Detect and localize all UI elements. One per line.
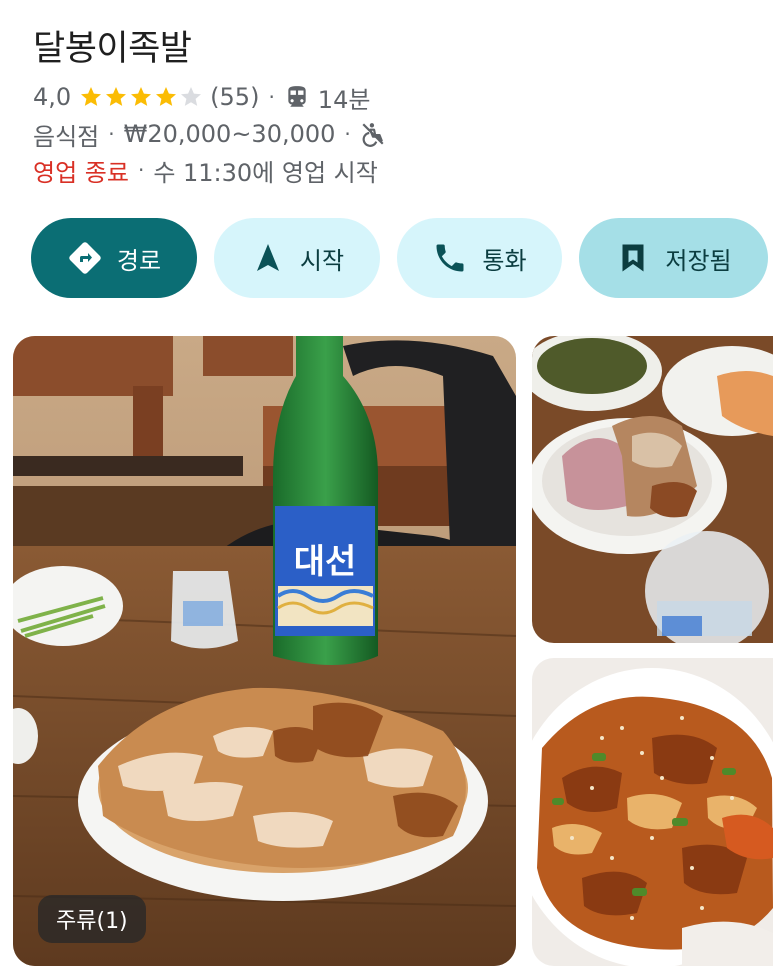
phone-icon (436, 244, 464, 272)
star-empty-icon (181, 87, 202, 106)
bookmark-icon (622, 244, 644, 272)
side-photo-top[interactable] (532, 336, 773, 643)
action-buttons: 경로 시작 통화 저장됨 (31, 218, 768, 298)
restaurant-photo-image: 대선 (13, 336, 516, 966)
separator-dot: · (108, 122, 115, 146)
category-row: 음식점 · ₩20,000~30,000 · (33, 117, 394, 151)
directions-button[interactable]: 경로 (31, 218, 197, 298)
review-count[interactable]: (55) (210, 83, 259, 111)
rating-stars (79, 85, 204, 109)
saved-button[interactable]: 저장됨 (579, 218, 768, 298)
food-photo-image (532, 336, 773, 643)
rating-value: 4,0 (33, 83, 72, 111)
price-range: ₩20,000~30,000 (123, 120, 336, 148)
start-label: 시작 (299, 246, 345, 275)
star-filled-icon (131, 87, 152, 106)
separator-dot: · (137, 158, 145, 182)
directions-label: 경로 (116, 246, 162, 275)
rating-row: 4,0 (55) · 14분 (33, 80, 370, 114)
place-title: 달봉이족발 (33, 29, 192, 69)
food-photo-image (532, 658, 773, 966)
call-label: 통화 (482, 246, 527, 275)
star-filled-icon (156, 87, 177, 106)
bottle-label: 대선 (294, 542, 357, 582)
transit-time: 14분 (317, 85, 371, 114)
separator-dot: · (344, 122, 351, 146)
train-icon (288, 86, 306, 107)
hours-row[interactable]: 영업 종료 · 수 11:30에 영업 시작 (33, 153, 378, 187)
open-status: 영업 종료 (33, 158, 129, 187)
photo-category-badge[interactable]: 주류(1) (38, 895, 146, 943)
call-button[interactable]: 통화 (397, 218, 562, 298)
star-filled-icon (81, 87, 102, 106)
side-photo-bottom[interactable] (532, 658, 773, 966)
next-open-time: 수 11:30에 영업 시작 (153, 158, 378, 187)
category: 음식점 (33, 122, 100, 151)
saved-label: 저장됨 (665, 246, 732, 275)
navigation-arrow-icon (256, 244, 279, 271)
main-photo[interactable]: 대선 주류(1) (13, 336, 516, 966)
star-filled-icon (106, 87, 127, 106)
directions-icon (69, 242, 101, 274)
separator-dot: · (268, 85, 275, 109)
no-wheelchair-icon (362, 123, 384, 147)
start-navigation-button[interactable]: 시작 (214, 218, 380, 298)
